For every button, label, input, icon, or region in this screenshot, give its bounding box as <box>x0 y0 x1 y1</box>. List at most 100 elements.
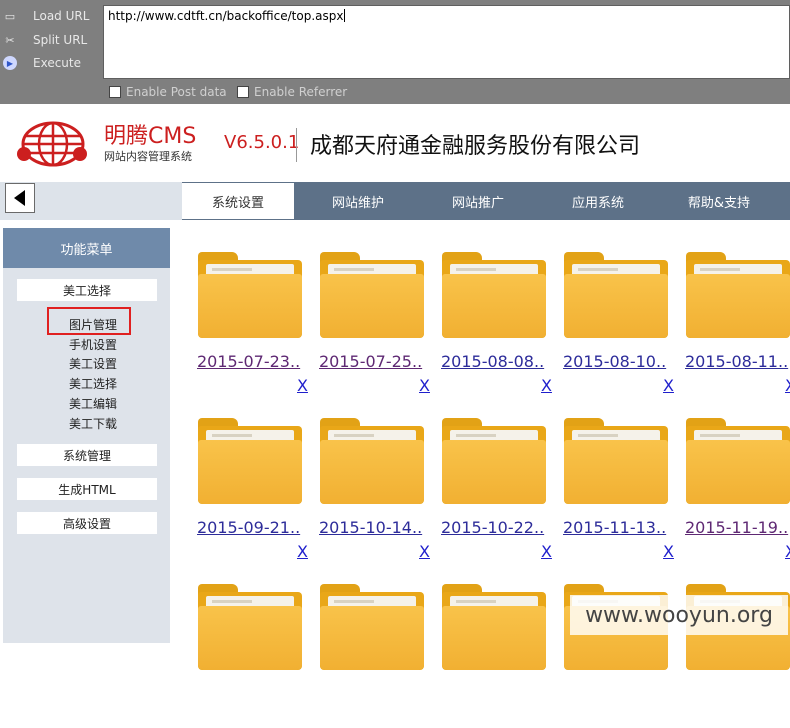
folder-front <box>442 606 546 670</box>
folder-tile[interactable]: 2015-08-11.. X <box>668 230 790 396</box>
sidebar-item-art-download[interactable]: 美工下载 <box>53 414 133 432</box>
tab-system-settings[interactable]: 系统设置 <box>182 183 294 219</box>
hackbar-toolbar: ▭ Load URL ✂ Split URL ▶ Execute http://… <box>0 0 790 104</box>
enable-referrer-checkbox[interactable]: Enable Referrer <box>237 85 347 99</box>
function-sidebar: 功能菜单 美工选择 图片管理 手机设置 美工设置 美工选择 美工编辑 美工下载 … <box>0 220 172 643</box>
folder-icon[interactable] <box>320 584 424 670</box>
arrow-left-icon <box>13 190 25 206</box>
folder-tile[interactable]: 2015-07-23.. X <box>180 230 308 396</box>
enable-post-label: Enable Post data <box>126 85 227 99</box>
tab-applications[interactable]: 应用系统 <box>542 182 654 220</box>
main-nav: 系统设置 网站维护 网站推广 应用系统 帮助&支持 <box>0 182 790 220</box>
folder-tile[interactable]: 2015-09-21.. X <box>180 396 308 562</box>
folder-name-link[interactable]: 2015-07-25.. <box>319 352 429 371</box>
folder-name-link[interactable]: 2015-07-23.. <box>197 352 307 371</box>
company-name: 成都天府通金融服务股份有限公司 <box>310 134 641 159</box>
folder-tile[interactable]: 2015-11-19.. X <box>668 396 790 562</box>
folder-front <box>198 440 302 504</box>
folder-front <box>442 440 546 504</box>
sidebar-item-art-select[interactable]: 美工选择 <box>53 374 133 392</box>
folder-grid: 2015-07-23.. X 2015-07-25.. X 2015-08-08.. X 2… <box>180 230 790 670</box>
folder-tile[interactable]: 2015-11-13.. X <box>546 396 674 562</box>
url-input[interactable]: http://www.cdtft.cn/backoffice/top.aspx <box>103 5 790 79</box>
site-header: 明腾CMS 网站内容管理系统 V6.5.0.1 成都天府通金融服务股份有限公司 <box>0 104 790 182</box>
folder-icon[interactable] <box>442 418 546 504</box>
split-url-label: Split URL <box>33 33 88 47</box>
enable-post-checkbox[interactable]: Enable Post data <box>109 85 227 99</box>
sidebar-section-advanced[interactable]: 高级设置 <box>17 512 157 534</box>
folder-front <box>320 440 424 504</box>
folder-tile[interactable]: 2015-08-10.. X <box>546 230 674 396</box>
folder-name-link[interactable]: 2015-11-13.. <box>563 518 673 537</box>
folder-name-link[interactable]: 2015-10-22.. <box>441 518 551 537</box>
version-label: V6.5.0.1 <box>224 132 300 153</box>
sidebar-title: 功能菜单 <box>3 228 170 268</box>
folder-icon[interactable] <box>198 584 302 670</box>
folder-icon[interactable] <box>198 418 302 504</box>
folder-name-link[interactable]: 2015-10-14.. <box>319 518 429 537</box>
tab-site-promotion[interactable]: 网站推广 <box>422 182 534 220</box>
checkbox-box <box>109 86 121 98</box>
folder-name-link[interactable]: 2015-11-19.. <box>685 518 790 537</box>
split-url-icon: ✂ <box>5 33 15 47</box>
collapse-sidebar-button[interactable] <box>5 183 35 213</box>
folder-icon[interactable] <box>320 418 424 504</box>
execute-button[interactable]: ▶ Execute <box>0 52 100 74</box>
folder-tile[interactable]: 2015-08-08.. X <box>424 230 552 396</box>
folder-front <box>198 274 302 338</box>
folder-name-link[interactable]: 2015-08-10.. <box>563 352 673 371</box>
folder-icon[interactable] <box>564 418 668 504</box>
play-icon: ▶ <box>3 56 17 70</box>
folder-icon[interactable] <box>686 418 790 504</box>
folder-icon[interactable] <box>564 252 668 338</box>
folder-name-link[interactable]: 2015-08-08.. <box>441 352 551 371</box>
folder-front <box>686 440 790 504</box>
enable-referrer-label: Enable Referrer <box>254 85 348 99</box>
checkbox-box <box>237 86 249 98</box>
globe-logo-icon <box>17 121 87 167</box>
url-value: http://www.cdtft.cn/backoffice/top.aspx <box>108 9 344 23</box>
folder-icon[interactable] <box>320 252 424 338</box>
sidebar-section-generate-html[interactable]: 生成HTML <box>17 478 157 500</box>
watermark: www.wooyun.org <box>570 595 788 635</box>
sidebar-item-art-edit[interactable]: 美工编辑 <box>53 394 133 412</box>
folder-name-link[interactable]: 2015-08-11.. <box>685 352 790 371</box>
folder-tile[interactable]: 2015-10-14.. X <box>302 396 430 562</box>
sidebar-menu: 美工选择 图片管理 手机设置 美工设置 美工选择 美工编辑 美工下载 系统管理 … <box>3 268 170 643</box>
folder-front <box>564 440 668 504</box>
folder-front <box>320 274 424 338</box>
folder-tile[interactable]: 2015-07-25.. X <box>302 230 430 396</box>
brand-subtitle: 网站内容管理系统 <box>104 150 192 163</box>
folder-icon[interactable] <box>686 252 790 338</box>
sidebar-item-mobile-settings[interactable]: 手机设置 <box>53 335 133 353</box>
folder-name-link[interactable]: 2015-09-21.. <box>197 518 307 537</box>
folder-icon[interactable] <box>442 252 546 338</box>
brand-name: 明腾CMS <box>104 124 197 149</box>
folder-tile[interactable] <box>180 562 302 728</box>
folder-tile[interactable] <box>668 562 790 728</box>
load-url-label: Load URL <box>33 9 90 23</box>
folder-front <box>320 606 424 670</box>
folder-delete-link[interactable]: X <box>785 542 790 561</box>
folder-tile[interactable]: 2015-10-22.. X <box>424 396 552 562</box>
folder-icon[interactable] <box>442 584 546 670</box>
folder-front <box>564 274 668 338</box>
load-url-button[interactable]: ▭ Load URL <box>0 5 100 27</box>
sidebar-section-system-manage[interactable]: 系统管理 <box>17 444 157 466</box>
folder-tile[interactable] <box>302 562 424 728</box>
split-url-button[interactable]: ✂ Split URL <box>0 29 100 51</box>
highlight-box <box>47 307 131 335</box>
folder-front <box>198 606 302 670</box>
load-url-icon: ▭ <box>4 9 16 23</box>
sidebar-section-art-select[interactable]: 美工选择 <box>17 279 157 301</box>
folder-front <box>442 274 546 338</box>
folder-delete-link[interactable]: X <box>785 376 790 395</box>
sidebar-item-art-settings[interactable]: 美工设置 <box>53 354 133 372</box>
folder-tile[interactable] <box>546 562 668 728</box>
tab-site-maintenance[interactable]: 网站维护 <box>302 182 414 220</box>
execute-label: Execute <box>33 56 81 70</box>
tab-help-support[interactable]: 帮助&支持 <box>662 182 776 220</box>
folder-icon[interactable] <box>198 252 302 338</box>
folder-tile[interactable] <box>424 562 546 728</box>
header-divider <box>296 128 297 162</box>
